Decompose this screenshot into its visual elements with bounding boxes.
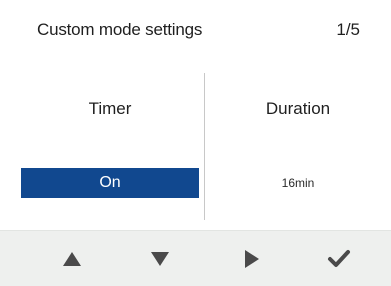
- down-button[interactable]: [130, 231, 190, 286]
- checkmark-icon: [328, 249, 350, 267]
- page-indicator: 1/5: [336, 20, 360, 39]
- header: Custom mode settings 1/5: [0, 0, 391, 62]
- duration-value-field[interactable]: 16min: [205, 168, 391, 198]
- duration-label: Duration: [265, 99, 331, 118]
- confirm-button[interactable]: [309, 231, 369, 286]
- timer-value-field[interactable]: On: [21, 168, 199, 198]
- navigation-bar: [0, 230, 391, 286]
- timer-label: Timer: [88, 99, 132, 118]
- up-arrow-icon: [63, 251, 81, 266]
- settings-screen: Custom mode settings 1/5 Timer Duration …: [0, 0, 391, 286]
- down-arrow-icon: [151, 251, 169, 266]
- page-title: Custom mode settings: [37, 20, 203, 39]
- right-arrow-icon: [245, 249, 259, 268]
- right-button[interactable]: [222, 231, 282, 286]
- up-button[interactable]: [42, 231, 102, 286]
